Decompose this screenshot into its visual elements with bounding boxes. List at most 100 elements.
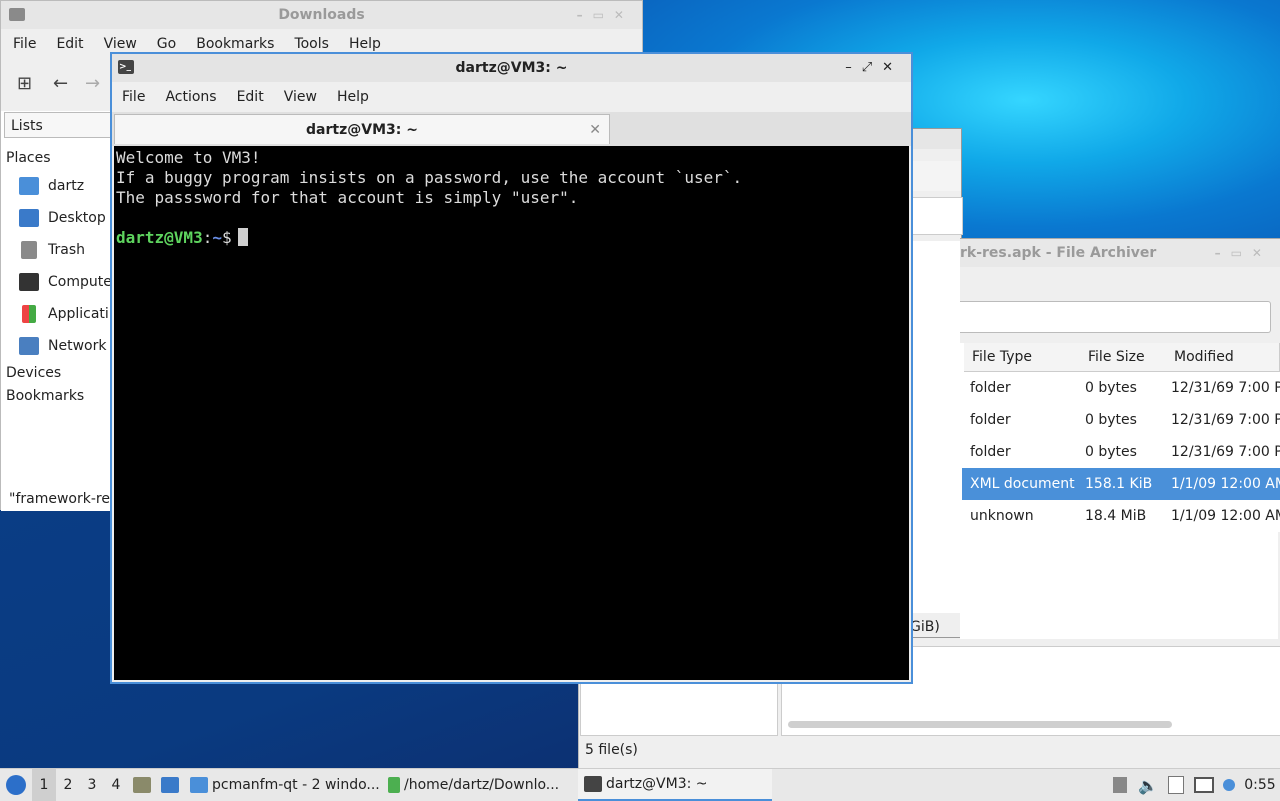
menu-view[interactable]: View bbox=[274, 89, 327, 105]
tab-label: dartz@VM3: ~ bbox=[306, 122, 418, 138]
menu-go[interactable]: Go bbox=[147, 36, 186, 52]
cell-size: 0 bytes bbox=[1085, 380, 1137, 396]
prompt-separator: : bbox=[202, 228, 213, 247]
place-label: Applicati bbox=[48, 306, 109, 322]
cell-type: XML document bbox=[970, 476, 1075, 492]
window-title: Downloads bbox=[278, 7, 365, 23]
menu-file[interactable]: File bbox=[112, 89, 155, 105]
menu-edit[interactable]: Edit bbox=[46, 36, 93, 52]
devices-heading[interactable]: Devices bbox=[6, 365, 61, 381]
workspace-1[interactable]: 1 bbox=[32, 769, 56, 801]
cell-modified: 1/1/09 12:00 AM bbox=[1171, 476, 1280, 492]
terminal-tabbar: dartz@VM3: ~ ✕ bbox=[112, 112, 911, 146]
prompt-symbol: $ bbox=[221, 228, 232, 247]
eject-icon bbox=[1113, 777, 1127, 793]
cell-size: 158.1 KiB bbox=[1085, 476, 1153, 492]
place-item-desktop[interactable]: Desktop bbox=[19, 207, 106, 229]
column-modified[interactable]: Modified bbox=[1166, 343, 1280, 372]
table-row[interactable]: folder 0 bytes 12/31/69 7:00 P bbox=[962, 372, 1280, 404]
menu-edit[interactable]: Edit bbox=[227, 89, 274, 105]
place-item-applications[interactable]: Applicati bbox=[19, 303, 109, 325]
terminal-menubar: File Actions Edit View Help bbox=[112, 82, 911, 112]
volume-tray[interactable]: 🔈 bbox=[1134, 769, 1162, 801]
network-monitor-icon bbox=[1194, 777, 1214, 793]
menu-actions[interactable]: Actions bbox=[155, 89, 226, 105]
task-archiver[interactable]: /home/dartz/Downlo... bbox=[382, 769, 576, 801]
bookmarks-heading[interactable]: Bookmarks bbox=[6, 388, 84, 404]
window-controls[interactable]: –⤢✕ bbox=[845, 54, 903, 82]
task-file-manager[interactable]: pcmanfm-qt - 2 windo... bbox=[184, 769, 380, 801]
cell-type: folder bbox=[970, 444, 1011, 460]
menu-file[interactable]: File bbox=[3, 36, 46, 52]
table-row[interactable]: folder 0 bytes 12/31/69 7:00 P bbox=[962, 404, 1280, 436]
column-file-size[interactable]: File Size bbox=[1080, 343, 1168, 372]
cell-type: folder bbox=[970, 412, 1011, 428]
network-tray[interactable] bbox=[1190, 769, 1218, 801]
table-row[interactable]: folder 0 bytes 12/31/69 7:00 P bbox=[962, 436, 1280, 468]
side-pane-mode-selector[interactable]: Lists bbox=[4, 112, 112, 138]
place-item-dartz[interactable]: dartz bbox=[19, 175, 84, 197]
task-terminal[interactable]: dartz@VM3: ~ bbox=[578, 769, 772, 801]
menu-tools[interactable]: Tools bbox=[284, 36, 339, 52]
place-item-network[interactable]: Network bbox=[19, 335, 106, 357]
close-tab-icon[interactable]: ✕ bbox=[589, 115, 601, 145]
workspace-3[interactable]: 3 bbox=[80, 769, 104, 801]
archiver-titlebar[interactable]: rk-res.apk - File Archiver –▭✕ bbox=[960, 239, 1280, 267]
menu-bookmarks[interactable]: Bookmarks bbox=[186, 36, 284, 52]
location-field[interactable] bbox=[960, 301, 1271, 333]
menu-help[interactable]: Help bbox=[339, 36, 391, 52]
cell-modified: 1/1/09 12:00 AM bbox=[1171, 508, 1280, 524]
workspace-2[interactable]: 2 bbox=[56, 769, 80, 801]
cell-type: unknown bbox=[970, 508, 1034, 524]
place-label: Desktop bbox=[48, 210, 106, 226]
archiver-back-toolbar bbox=[911, 161, 961, 191]
task-label: dartz@VM3: ~ bbox=[606, 776, 708, 792]
place-item-computer[interactable]: Compute bbox=[19, 271, 112, 293]
archive-icon bbox=[388, 777, 400, 793]
menu-help[interactable]: Help bbox=[327, 89, 379, 105]
place-label: Network bbox=[48, 338, 107, 354]
clock[interactable]: 0:55 bbox=[1240, 769, 1280, 801]
horizontal-scrollbar[interactable] bbox=[788, 721, 1172, 728]
terminal-line: If a buggy program insists on a password… bbox=[116, 168, 743, 187]
prompt-user: dartz@VM3 bbox=[116, 228, 203, 247]
clipboard-icon bbox=[1168, 776, 1184, 794]
info-icon bbox=[1223, 779, 1235, 791]
speaker-icon: 🔈 bbox=[1138, 775, 1158, 795]
places-heading[interactable]: Places bbox=[6, 150, 51, 166]
column-file-type[interactable]: File Type bbox=[964, 343, 1082, 372]
terminal-screen[interactable]: Welcome to VM3! If a buggy program insist… bbox=[114, 146, 909, 680]
clipboard-tray[interactable] bbox=[1162, 769, 1190, 801]
space-info: GiB) bbox=[910, 619, 940, 635]
table-row[interactable]: unknown 18.4 MiB 1/1/09 12:00 AM bbox=[962, 500, 1280, 532]
table-row-selected[interactable]: XML document 158.1 KiB 1/1/09 12:00 AM bbox=[962, 468, 1280, 500]
quicklaunch-archive[interactable] bbox=[128, 769, 156, 801]
cell-size: 0 bytes bbox=[1085, 444, 1137, 460]
network-icon bbox=[19, 337, 39, 355]
folder-icon bbox=[190, 777, 208, 793]
window-controls[interactable]: –▭✕ bbox=[1215, 239, 1272, 267]
place-item-trash[interactable]: Trash bbox=[19, 239, 85, 261]
terminal-titlebar[interactable]: >_ dartz@VM3: ~ –⤢✕ bbox=[112, 54, 911, 82]
archiver-back-titlebar bbox=[911, 129, 961, 149]
new-tab-icon[interactable]: ⊞ bbox=[17, 73, 32, 94]
cell-size: 18.4 MiB bbox=[1085, 508, 1147, 524]
eject-tray[interactable] bbox=[1106, 769, 1134, 801]
menu-view[interactable]: View bbox=[94, 36, 147, 52]
lxqt-logo-icon bbox=[6, 775, 26, 795]
start-menu-button[interactable] bbox=[0, 769, 32, 801]
terminal-line: Welcome to VM3! bbox=[116, 148, 261, 167]
task-label: /home/dartz/Downlo... bbox=[404, 777, 560, 793]
file-manager-titlebar[interactable]: Downloads –▭✕ bbox=[1, 1, 642, 29]
workspace-4[interactable]: 4 bbox=[104, 769, 128, 801]
cell-size: 0 bytes bbox=[1085, 412, 1137, 428]
terminal-tab[interactable]: dartz@VM3: ~ ✕ bbox=[114, 114, 610, 144]
status-text: "framework-res bbox=[9, 491, 118, 507]
notification-tray[interactable] bbox=[1218, 769, 1240, 801]
show-desktop-button[interactable] bbox=[156, 769, 184, 801]
forward-arrow-icon[interactable]: → bbox=[85, 73, 100, 94]
taskbar: 1 2 3 4 pcmanfm-qt - 2 windo... /home/da… bbox=[0, 768, 1280, 801]
back-arrow-icon[interactable]: ← bbox=[53, 73, 68, 94]
window-controls[interactable]: –▭✕ bbox=[577, 1, 634, 29]
computer-icon bbox=[19, 273, 39, 291]
